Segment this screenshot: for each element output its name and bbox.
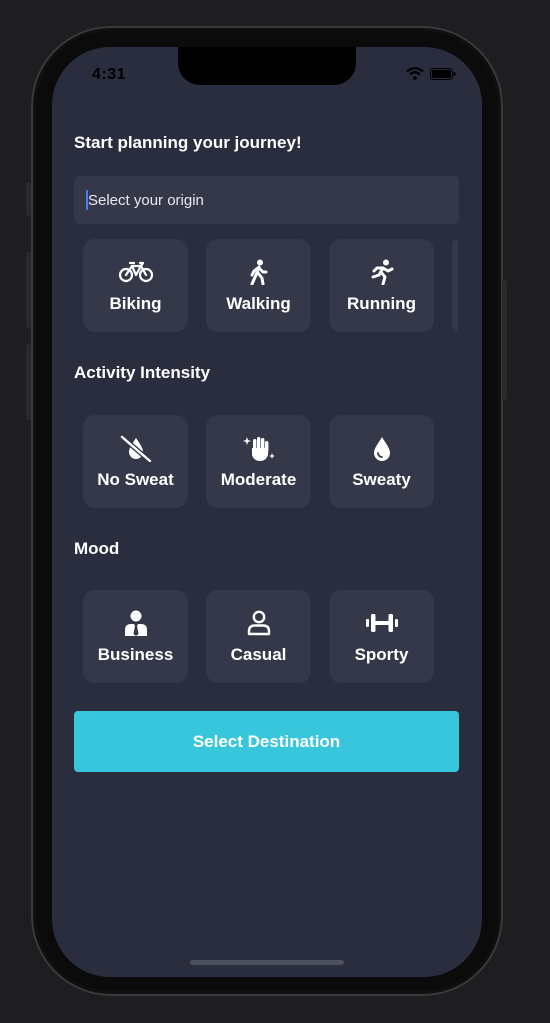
businessperson-icon [123,609,149,637]
intensity-moderate[interactable]: Moderate [206,415,311,508]
status-time: 4:31 [92,66,127,83]
journey-heading: Start planning your journey! [74,133,302,152]
app-screen: 4:31 Start planning your journey! Select… [52,47,482,977]
activity-more-partial[interactable] [452,239,458,332]
no-drop-icon [119,434,153,462]
battery-icon [430,67,456,85]
mood-business[interactable]: Business [83,590,188,683]
dumbbell-icon [365,609,399,637]
activity-options: Biking Walking Running [83,239,458,332]
mood-label: Sporty [354,644,409,664]
mute-switch [26,182,31,216]
intensity-options: No Sweat Moderate Sweaty [83,415,434,508]
intensity-label: No Sweat [97,469,174,489]
activity-running[interactable]: Running [329,239,434,332]
activity-label: Walking [226,293,291,313]
mood-label: Business [97,644,174,664]
wifi-icon [406,67,424,85]
volume-down-button [26,344,31,420]
intensity-label: Moderate [220,469,297,489]
walking-person-icon [249,258,269,286]
home-indicator [190,960,344,965]
person-outline-icon [246,609,272,637]
drop-icon [372,434,392,462]
activity-biking[interactable]: Biking [83,239,188,332]
power-button [502,280,507,400]
bicycle-icon [118,258,153,286]
mood-heading: Mood [74,539,120,558]
sparkle-hand-icon [242,434,276,462]
origin-input[interactable]: Select your origin [74,176,459,224]
intensity-no-sweat[interactable]: No Sweat [83,415,188,508]
intensity-sweaty[interactable]: Sweaty [329,415,434,508]
intensity-label: Sweaty [352,469,411,489]
mood-options: Business Casual Sporty [83,590,434,683]
activity-label: Running [347,293,416,313]
mood-label: Casual [230,644,287,664]
notch [178,47,356,85]
mood-sporty[interactable]: Sporty [329,590,434,683]
volume-up-button [26,252,31,328]
select-destination-button[interactable]: Select Destination [74,711,459,772]
origin-input-text: Select your origin [88,191,204,209]
intensity-heading: Activity Intensity [74,363,211,382]
status-icons [406,67,456,85]
activity-walking[interactable]: Walking [206,239,311,332]
running-person-icon [370,258,394,286]
mood-casual[interactable]: Casual [206,590,311,683]
activity-label: Biking [109,293,162,313]
